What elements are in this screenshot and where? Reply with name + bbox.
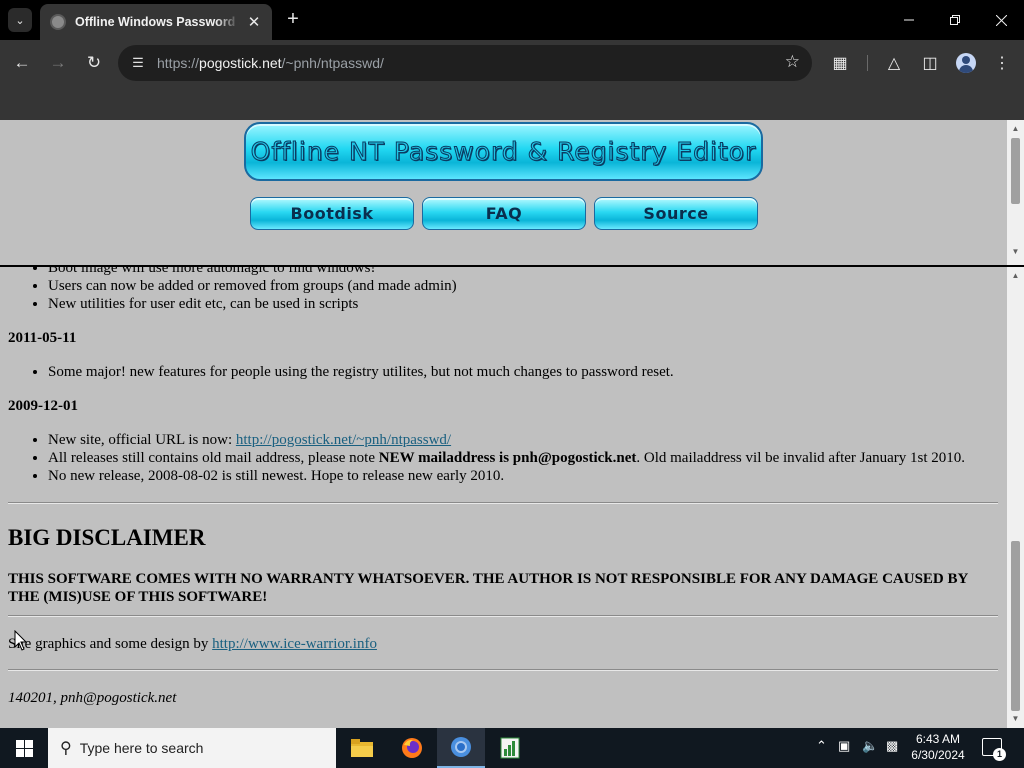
news-list: Some major! new features for people usin… — [8, 363, 998, 381]
bookmark-bar — [0, 86, 1024, 120]
clock-date: 6/30/2024 — [911, 748, 965, 762]
list-item: New site, official URL is now: http://po… — [48, 431, 998, 449]
windows-taskbar: ⚲ Type here to search ⌃ ▣ 🔈 ▩ 6:43 AM 6/… — [0, 728, 1024, 768]
browser-tab[interactable]: Offline Windows Password & Registry Edit… — [40, 4, 272, 40]
start-button[interactable] — [0, 728, 48, 768]
news-date: 2009-12-01 — [8, 398, 78, 414]
divider — [8, 669, 998, 671]
tab-title: Offline Windows Password & Registry Edit… — [75, 15, 240, 29]
forward-button[interactable]: → — [45, 50, 71, 76]
bookmark-star-icon[interactable]: ☆ — [785, 52, 800, 72]
network-icon[interactable]: ▣ — [838, 738, 850, 754]
scroll-down-icon[interactable]: ▼ — [1007, 712, 1024, 726]
volume-muted-icon[interactable]: 🔈 — [862, 738, 878, 754]
scroll-down-icon[interactable]: ▼ — [1007, 245, 1024, 259]
toolbar-divider — [867, 55, 868, 71]
close-icon[interactable]: ✕ — [246, 13, 262, 31]
page-signature: 140201, pnh@pogostick.net — [8, 690, 177, 706]
profile-avatar[interactable] — [956, 53, 976, 73]
close-icon — [995, 14, 1007, 26]
new-tab-button[interactable]: + — [282, 9, 304, 31]
divider — [8, 502, 998, 504]
taskbar-search-input[interactable]: ⚲ Type here to search — [48, 728, 336, 768]
scroll-up-icon[interactable]: ▲ — [1007, 122, 1024, 136]
divider — [8, 615, 998, 617]
reload-button[interactable]: ↻ — [81, 50, 107, 76]
list-item: No new release, 2008-08-02 is still newe… — [48, 467, 998, 485]
web-page: Offline NT Password & Registry Editor Bo… — [0, 120, 1024, 728]
content-scrollbar[interactable]: ▲ ▼ — [1007, 267, 1024, 728]
official-url-link[interactable]: http://pogostick.net/~pnh/ntpasswd/ — [236, 432, 451, 448]
nav-bootdisk-button[interactable]: Bootdisk — [250, 197, 414, 230]
list-item: Users can now be added or removed from g… — [48, 277, 998, 295]
list-item: All releases still contains old mail add… — [48, 449, 998, 467]
chart-app-icon — [500, 737, 520, 759]
restore-icon — [950, 15, 960, 25]
news-date: 2011-05-11 — [8, 330, 77, 346]
address-bar[interactable]: ☰ https://pogostick.net/~pnh/ntpasswd/ ☆ — [118, 45, 812, 81]
notification-badge: 1 — [993, 748, 1006, 761]
list-item: Some major! new features for people usin… — [48, 363, 998, 381]
scrollbar-thumb[interactable] — [1011, 541, 1020, 711]
header-scrollbar[interactable]: ▲ ▼ — [1007, 120, 1024, 265]
new-mail-address: NEW mailaddress is pnh@pogostick.net — [378, 450, 637, 466]
search-placeholder: Type here to search — [79, 740, 204, 756]
spreadsheet-app[interactable] — [486, 728, 534, 768]
list-item: New utilities for user edit etc, can be … — [48, 295, 998, 313]
tab-strip: ⌄ Offline Windows Password & Registry Ed… — [0, 0, 1024, 40]
scrollbar-thumb[interactable] — [1011, 138, 1020, 204]
list-item: Boot image will use more automagic to fi… — [48, 267, 998, 277]
arrow-left-icon: ← — [13, 53, 31, 72]
nav-faq-button[interactable]: FAQ — [422, 197, 586, 230]
news-list: New site, official URL is now: http://po… — [8, 431, 998, 485]
display-icon[interactable]: ▩ — [886, 738, 898, 754]
file-explorer-app[interactable] — [338, 728, 386, 768]
close-window-button[interactable] — [978, 0, 1024, 40]
search-icon: ⚲ — [60, 740, 72, 757]
url-text: https://pogostick.net/~pnh/ntpasswd/ — [157, 55, 384, 71]
site-info-icon[interactable]: ☰ — [128, 53, 148, 73]
news-list: Boot image will use more automagic to fi… — [8, 267, 998, 313]
browser-toolbar: ← → ↻ ☰ https://pogostick.net/~pnh/ntpas… — [0, 40, 1024, 86]
extensions-icon[interactable]: ▦ — [827, 50, 853, 76]
scroll-up-icon[interactable]: ▲ — [1007, 269, 1024, 283]
taskbar-clock[interactable]: 6:43 AM 6/30/2024 — [905, 731, 971, 763]
back-button[interactable]: ← — [9, 50, 35, 76]
content-frame: Boot image will use more automagic to fi… — [0, 267, 1024, 728]
folder-icon — [351, 739, 373, 757]
mouse-cursor-icon — [14, 630, 28, 651]
clock-time: 6:43 AM — [915, 732, 961, 746]
chrome-app[interactable] — [437, 728, 485, 768]
page-content: Boot image will use more automagic to fi… — [8, 267, 998, 707]
chevron-up-icon[interactable]: ⌃ — [816, 738, 827, 754]
arrow-right-icon: → — [49, 53, 67, 72]
disclaimer-heading: BIG DISCLAIMER — [8, 525, 206, 550]
firefox-app[interactable] — [388, 728, 436, 768]
minimize-button[interactable] — [886, 0, 932, 40]
banner-title: Offline NT Password & Registry Editor — [250, 137, 757, 167]
globe-icon — [50, 14, 66, 30]
restore-button[interactable] — [932, 0, 978, 40]
chevron-down-icon: ⌄ — [15, 14, 25, 27]
menu-kebab-icon[interactable]: ⋮ — [989, 50, 1015, 76]
nav-source-button[interactable]: Source — [594, 197, 758, 230]
chrome-icon — [451, 737, 471, 757]
side-panel-icon[interactable]: ◫ — [917, 50, 943, 76]
labs-flask-icon[interactable]: △ — [881, 50, 907, 76]
header-frame: Offline NT Password & Registry Editor Bo… — [0, 120, 1024, 265]
disclaimer-text: THIS SOFTWARE COMES WITH NO WARRANTY WHA… — [8, 571, 968, 605]
site-banner: Offline NT Password & Registry Editor — [244, 122, 763, 181]
reload-icon: ↻ — [86, 53, 102, 72]
credits-line: Site graphics and some design by http://… — [8, 636, 377, 652]
tab-search-button[interactable]: ⌄ — [8, 8, 32, 32]
minimize-icon — [904, 19, 914, 21]
ice-warrior-link[interactable]: http://www.ice-warrior.info — [212, 636, 377, 652]
windows-logo-icon — [15, 739, 33, 757]
firefox-icon — [402, 738, 422, 758]
